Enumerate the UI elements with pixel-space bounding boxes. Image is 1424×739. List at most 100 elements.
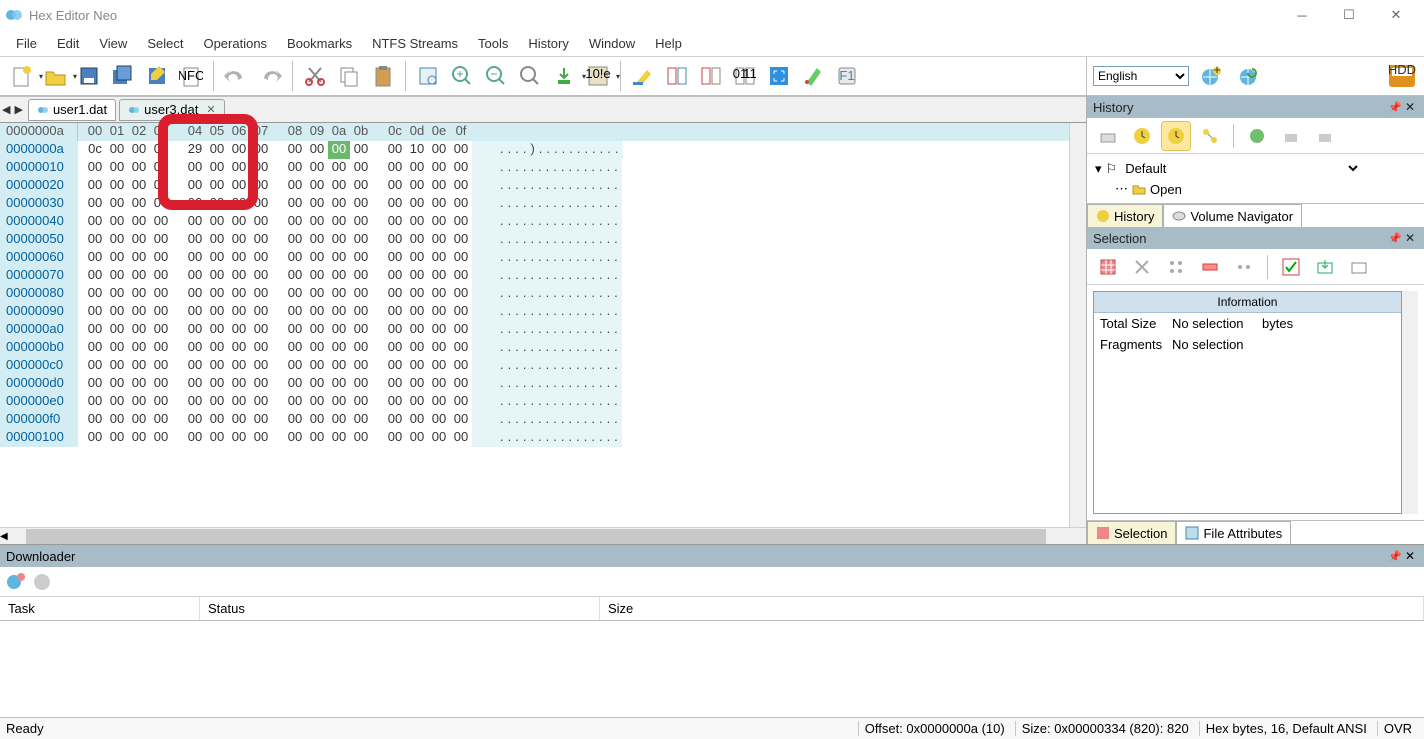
downloader-add-icon[interactable]	[6, 572, 26, 592]
status-size: Size: 0x00000334 (820): 820	[1015, 721, 1195, 736]
tab-nav-left[interactable]: ◀	[0, 103, 12, 116]
tab-close-icon[interactable]: ✕	[206, 103, 215, 116]
globe-refresh-icon[interactable]	[1233, 60, 1265, 92]
hex-data-grid[interactable]: 0000000a0c000000290000000000000000100000…	[0, 141, 1069, 527]
history-save-icon[interactable]	[1242, 121, 1272, 151]
sel-check-icon[interactable]	[1276, 252, 1306, 282]
panel-close-icon[interactable]: ✕	[1402, 231, 1418, 245]
history-clock2-icon[interactable]	[1161, 121, 1191, 151]
panel-close-icon[interactable]: ✕	[1402, 100, 1418, 114]
insert-file-button[interactable]: NFC	[175, 60, 207, 92]
toolbar: ▾▾NFC▾10!e▾0111F1 English + HDD	[0, 56, 1424, 96]
history-erase2-icon[interactable]	[1310, 121, 1340, 151]
document-tabstrip: ◀ ▶ user1.dat user3.dat ✕	[0, 96, 1086, 122]
menu-operations[interactable]: Operations	[193, 32, 277, 55]
find-replace-button[interactable]	[514, 60, 546, 92]
history-item-label: Open	[1150, 182, 1182, 197]
menu-tools[interactable]: Tools	[468, 32, 518, 55]
close-button[interactable]: ✕	[1373, 0, 1419, 30]
svg-text:+: +	[1213, 65, 1221, 77]
col-size[interactable]: Size	[600, 597, 1424, 620]
fullscreen-button[interactable]	[763, 60, 795, 92]
pin-icon[interactable]: 📌	[1388, 101, 1402, 114]
status-ovr: OVR	[1377, 721, 1418, 736]
cut-button[interactable]	[299, 60, 331, 92]
info-header: Information	[1094, 292, 1401, 313]
col-task[interactable]: Task	[0, 597, 200, 620]
history-tree[interactable]: ▾ ⚐ Default ⋯ Open	[1087, 154, 1424, 203]
sel-import-icon[interactable]	[1344, 252, 1374, 282]
find-button[interactable]	[412, 60, 444, 92]
zoom-out-button[interactable]	[480, 60, 512, 92]
compare1-button[interactable]	[661, 60, 693, 92]
zoom-in-button[interactable]	[446, 60, 478, 92]
encoding-button[interactable]: 10!e▾	[582, 60, 614, 92]
downloader-panel-header: Downloader 📌 ✕	[0, 545, 1424, 567]
pin-icon[interactable]: 📌	[1388, 550, 1402, 563]
copy-button[interactable]	[333, 60, 365, 92]
vertical-scrollbar[interactable]	[1069, 123, 1086, 527]
history-tree-icon[interactable]	[1195, 121, 1225, 151]
save-all-button[interactable]	[107, 60, 139, 92]
history-clock1-icon[interactable]	[1127, 121, 1157, 151]
globe-add-icon[interactable]: +	[1195, 60, 1227, 92]
compare3-button[interactable]: 0111	[729, 60, 761, 92]
language-select[interactable]: English	[1093, 66, 1189, 86]
history-root-icon[interactable]	[1093, 121, 1123, 151]
menu-select[interactable]: Select	[137, 32, 193, 55]
color-pen-button[interactable]	[797, 60, 829, 92]
paste-button[interactable]	[367, 60, 399, 92]
undo-button[interactable]	[220, 60, 252, 92]
disk-icon	[1172, 209, 1186, 223]
history-erase-icon[interactable]	[1276, 121, 1306, 151]
new-file-button[interactable]: ▾	[5, 60, 37, 92]
goto-button[interactable]: ▾	[548, 60, 580, 92]
file-attributes-tab[interactable]: File Attributes	[1176, 521, 1291, 544]
selection-info-table: Information Total SizeNo selectionbytes …	[1093, 291, 1402, 514]
volume-navigator-tab[interactable]: Volume Navigator	[1163, 204, 1302, 227]
highlight-button[interactable]	[627, 60, 659, 92]
menu-view[interactable]: View	[89, 32, 137, 55]
tab-label: user3.dat	[144, 102, 198, 117]
app-icon	[5, 6, 23, 24]
tab-nav-right[interactable]: ▶	[12, 103, 24, 116]
sel-clear-icon[interactable]	[1127, 252, 1157, 282]
pin-icon[interactable]: 📌	[1388, 232, 1402, 245]
save-file-button[interactable]	[73, 60, 105, 92]
menu-bookmarks[interactable]: Bookmarks	[277, 32, 362, 55]
menu-window[interactable]: Window	[579, 32, 645, 55]
history-panel-header: History 📌 ✕	[1087, 96, 1424, 118]
folder-open-icon	[1132, 182, 1146, 196]
redo-button[interactable]	[254, 60, 286, 92]
open-file-button[interactable]: ▾	[39, 60, 71, 92]
tab-user1[interactable]: user1.dat	[28, 99, 116, 121]
minimize-button[interactable]: ─	[1279, 0, 1325, 30]
history-tab[interactable]: History	[1087, 204, 1163, 227]
selection-scrollbar[interactable]	[1402, 291, 1418, 514]
sel-dots2-icon[interactable]	[1229, 252, 1259, 282]
clock-icon	[1096, 209, 1110, 223]
tab-user3[interactable]: user3.dat ✕	[119, 99, 224, 121]
sel-range-icon[interactable]	[1195, 252, 1225, 282]
maximize-button[interactable]: ☐	[1326, 0, 1372, 30]
save-as-button[interactable]	[141, 60, 173, 92]
sel-dots-icon[interactable]	[1161, 252, 1191, 282]
col-status[interactable]: Status	[200, 597, 600, 620]
menu-edit[interactable]: Edit	[47, 32, 89, 55]
help-button[interactable]: F1	[831, 60, 863, 92]
menu-ntfs-streams[interactable]: NTFS Streams	[362, 32, 468, 55]
menu-file[interactable]: File	[6, 32, 47, 55]
downloader-grid[interactable]: Task Status Size	[0, 597, 1424, 717]
sel-export-icon[interactable]	[1310, 252, 1340, 282]
panel-close-icon[interactable]: ✕	[1402, 549, 1418, 563]
history-root-select[interactable]: Default	[1121, 160, 1361, 177]
compare2-button[interactable]	[695, 60, 727, 92]
downloader-toolbar	[0, 567, 1424, 597]
menu-help[interactable]: Help	[645, 32, 692, 55]
sel-grid-icon[interactable]	[1093, 252, 1123, 282]
selection-tab[interactable]: Selection	[1087, 521, 1176, 544]
downloader-remove-icon[interactable]	[32, 572, 52, 592]
hdd-logo-icon[interactable]: HDD	[1386, 60, 1418, 92]
horizontal-scrollbar[interactable]: ◀	[0, 527, 1086, 544]
menu-history[interactable]: History	[518, 32, 578, 55]
